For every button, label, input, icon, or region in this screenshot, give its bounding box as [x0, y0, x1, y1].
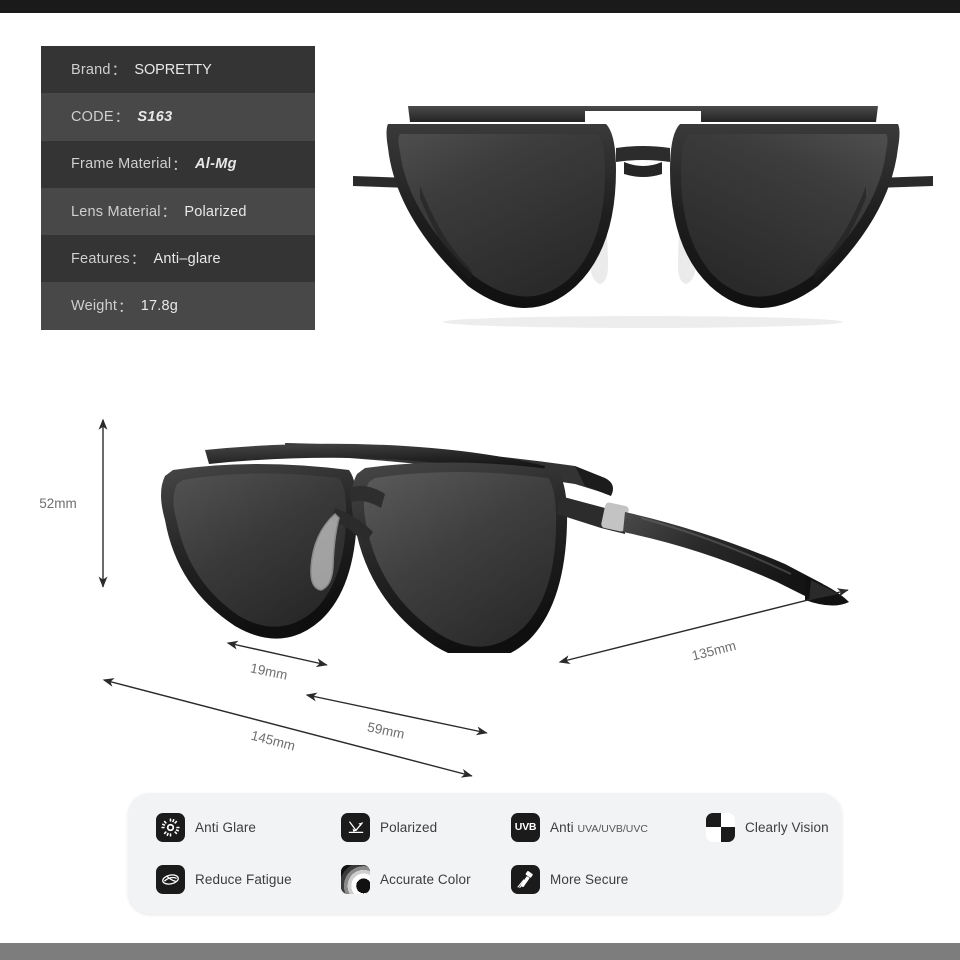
- feature-label: Polarized: [380, 819, 438, 835]
- spec-colon: ：: [114, 110, 130, 127]
- feature-label: Accurate Color: [380, 872, 471, 888]
- spec-row: Lens Material ： Polarized: [41, 187, 315, 236]
- feature-polarized: Polarized: [341, 812, 511, 842]
- spec-row: CODE ： S163: [41, 93, 315, 141]
- dimension-label-height: 52mm: [39, 496, 77, 511]
- checkerboard-icon: [706, 812, 735, 842]
- eye-icon: [156, 865, 185, 895]
- spec-label-code: CODE: [71, 108, 114, 125]
- spec-colon: ：: [130, 252, 146, 269]
- feature-label: Reduce Fatigue: [195, 872, 292, 888]
- feature-label: Clearly Vision: [745, 819, 829, 835]
- spec-label-lens-material: Lens Material: [71, 203, 161, 220]
- uvb-badge-text: UVB: [514, 821, 537, 834]
- spec-label-features: Features: [71, 250, 130, 267]
- spec-row: Features ： Anti–glare: [41, 235, 315, 283]
- feature-anti-glare: Anti Glare: [156, 812, 341, 842]
- feature-label: Anti UVA/UVB/UVC: [550, 820, 648, 835]
- feature-anti-uv: UVB Anti UVA/UVB/UVC: [511, 812, 706, 842]
- spec-value-code: S163: [137, 108, 173, 125]
- spec-value-weight: 17.8g: [140, 298, 179, 315]
- feature-label: More Secure: [550, 872, 629, 888]
- spec-colon: ：: [172, 157, 187, 174]
- color-ring-icon: [341, 865, 370, 895]
- hammer-icon: [511, 865, 540, 895]
- specification-table: Brand ： SOPRETTY CODE ： S163 Frame Mater…: [41, 46, 315, 330]
- spec-label-brand: Brand: [71, 61, 111, 78]
- spec-row: Brand ： SOPRETTY: [41, 46, 315, 94]
- spec-row: Weight ： 17.8g: [41, 282, 315, 330]
- dimension-label-total-width: 145mm: [249, 728, 296, 754]
- light-rays-icon: [341, 812, 370, 842]
- top-divider-bar: [0, 0, 960, 13]
- feature-accurate-color: Accurate Color: [341, 865, 511, 895]
- spec-value-features: Anti–glare: [153, 250, 221, 267]
- spec-colon: ：: [118, 299, 133, 316]
- feature-label: Anti Glare: [195, 819, 257, 835]
- feature-label-sub: UVA/UVB/UVC: [577, 822, 648, 835]
- sunglasses-front-view-photo: [348, 78, 938, 333]
- spec-value-lens-material: Polarized: [184, 203, 247, 220]
- spec-label-weight: Weight: [71, 298, 118, 315]
- features-panel: Anti Glare Polarized UVB Anti UVA/UVB/UV…: [128, 793, 842, 914]
- spec-row: Frame Material ： Al-Mg: [41, 140, 315, 188]
- spec-colon: ：: [161, 205, 177, 222]
- spec-label-frame-material: Frame Material: [71, 156, 172, 173]
- spec-value-frame-material: Al-Mg: [195, 156, 237, 173]
- feature-reduce-fatigue: Reduce Fatigue: [156, 865, 341, 895]
- bottom-divider-bar: [0, 943, 960, 960]
- dimension-label-lens-width: 59mm: [366, 719, 406, 741]
- dimension-label-bridge: 19mm: [249, 660, 289, 682]
- spec-colon: ：: [111, 63, 127, 80]
- spec-value-brand: SOPRETTY: [134, 61, 212, 78]
- uvb-badge-icon: UVB: [511, 812, 540, 842]
- sun-burst-icon: [156, 812, 185, 842]
- feature-clearly-vision: Clearly Vision: [706, 812, 842, 842]
- feature-label-main: Anti: [550, 819, 574, 835]
- sunglasses-angled-view-photo: [105, 388, 865, 653]
- feature-more-secure: More Secure: [511, 865, 706, 895]
- product-detail-page: Brand ： SOPRETTY CODE ： S163 Frame Mater…: [0, 0, 960, 960]
